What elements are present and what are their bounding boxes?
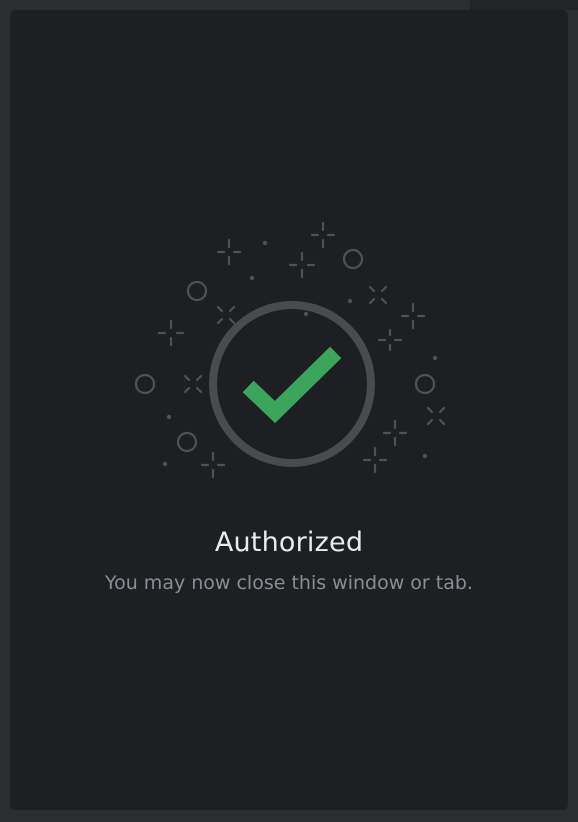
sparkle-icon [382, 419, 408, 447]
ring-icon [186, 280, 208, 302]
ring-icon [176, 431, 198, 453]
sparkle-icon [400, 302, 426, 330]
sparkle-icon [200, 451, 226, 479]
sparkle-icon [377, 328, 403, 352]
sparkle-decorations [134, 221, 446, 479]
twinkle-icon [183, 374, 203, 394]
twinkle-icon [426, 406, 446, 426]
dot-decorations [162, 240, 438, 467]
background-corner [470, 0, 578, 10]
status-message: You may now close this window or tab. [105, 572, 473, 594]
twinkle-icon [368, 285, 388, 305]
success-illustration [134, 221, 446, 479]
sparkle-icon [310, 221, 336, 249]
sparkle-icon [157, 319, 185, 347]
ring-icon [342, 248, 364, 270]
success-ring [209, 301, 375, 467]
ring-icon [414, 373, 436, 395]
checkmark-icon [242, 346, 342, 424]
twinkle-icon [216, 305, 236, 325]
sparkle-icon [216, 238, 242, 266]
ring-icon [134, 373, 156, 395]
sparkle-icon [362, 446, 388, 474]
page-title: Authorized [214, 527, 364, 558]
sparkle-icon [288, 251, 316, 279]
